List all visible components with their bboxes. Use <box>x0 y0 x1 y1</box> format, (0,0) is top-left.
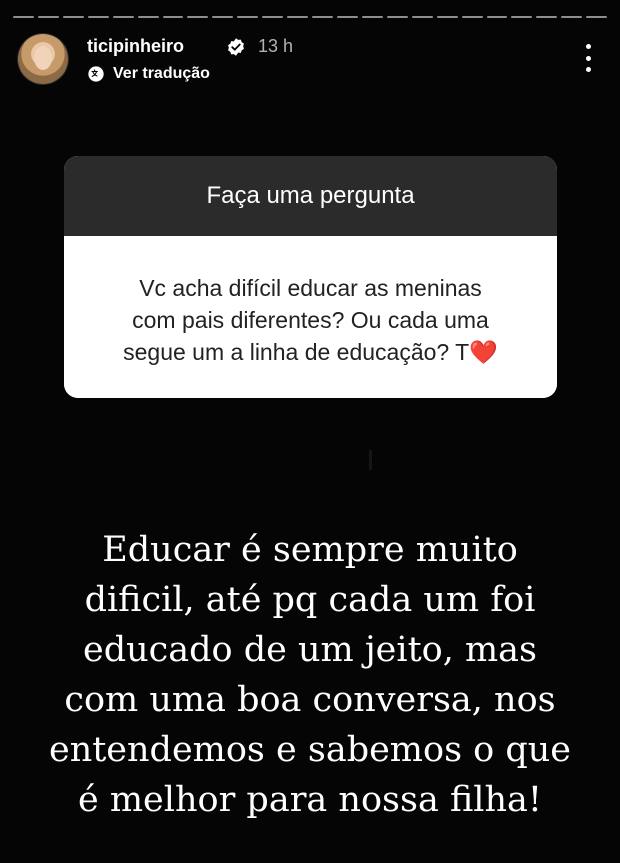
progress-segment <box>336 16 358 18</box>
username[interactable]: ticipinheiro <box>87 36 184 57</box>
progress-segment <box>112 16 134 18</box>
progress-segment <box>561 16 583 18</box>
question-line: segue um a linha de educação? T❤️ <box>84 336 537 368</box>
answer-text: Educar é sempre muito dificil, até pq ca… <box>20 525 600 825</box>
progress-segment <box>287 16 309 18</box>
progress-segment <box>436 16 458 18</box>
progress-segment <box>13 16 34 18</box>
progress-segment <box>312 16 333 18</box>
answer-line: Educar é sempre muito <box>102 530 518 570</box>
verified-badge-icon <box>228 38 244 56</box>
question-line-text: segue um a linha de educação? T <box>123 339 470 365</box>
translate-icon <box>88 66 104 82</box>
progress-segment <box>486 16 508 18</box>
progress-segment <box>237 16 259 18</box>
question-line: com pais diferentes? Ou cada uma <box>132 307 489 333</box>
progress-segment <box>137 16 159 18</box>
question-sticker[interactable]: Faça uma pergunta Vc acha difícil educar… <box>64 156 557 398</box>
answer-line: dificil, até pq cada um foi <box>84 580 536 620</box>
translate-label: Ver tradução <box>113 65 210 82</box>
progress-segment <box>536 16 558 18</box>
story-progress-bar <box>13 16 608 18</box>
progress-segment <box>411 16 433 18</box>
question-sticker-title: Faça uma pergunta <box>64 156 557 236</box>
progress-segment <box>511 16 533 18</box>
question-text: Vc acha difícil educar as meninas com pa… <box>64 236 557 398</box>
progress-segment <box>461 16 483 18</box>
story-header: ticipinheiro 13 h Ver tradução <box>18 30 602 90</box>
answer-line: com uma boa conversa, nos <box>64 680 556 720</box>
translate-link[interactable]: Ver tradução <box>87 64 210 84</box>
dot <box>585 44 591 49</box>
progress-segment <box>87 16 109 18</box>
progress-segment <box>262 16 284 18</box>
progress-segment <box>386 16 408 18</box>
more-options-icon[interactable] <box>584 44 592 72</box>
progress-segment <box>212 16 234 18</box>
dot <box>585 67 591 72</box>
progress-segment <box>162 16 184 18</box>
progress-segment <box>586 16 608 18</box>
progress-segment <box>62 16 84 18</box>
post-time: 13 h <box>258 36 294 56</box>
heart-emoji: ❤️ <box>469 339 498 365</box>
answer-line: educado de um jeito, mas <box>83 630 537 670</box>
avatar-face <box>34 46 52 70</box>
answer-line: entendemos e sabemos o que <box>48 730 572 770</box>
progress-segment <box>361 16 383 18</box>
progress-segment <box>187 16 209 18</box>
answer-line: é melhor para nossa filha! <box>78 780 542 820</box>
progress-segment <box>37 16 59 18</box>
dot <box>585 55 591 61</box>
decorative-line <box>369 450 372 470</box>
avatar[interactable] <box>18 34 68 84</box>
story-view: ticipinheiro 13 h Ver tradução Faça uma … <box>0 0 620 863</box>
question-line: Vc acha difícil educar as meninas <box>139 275 482 301</box>
